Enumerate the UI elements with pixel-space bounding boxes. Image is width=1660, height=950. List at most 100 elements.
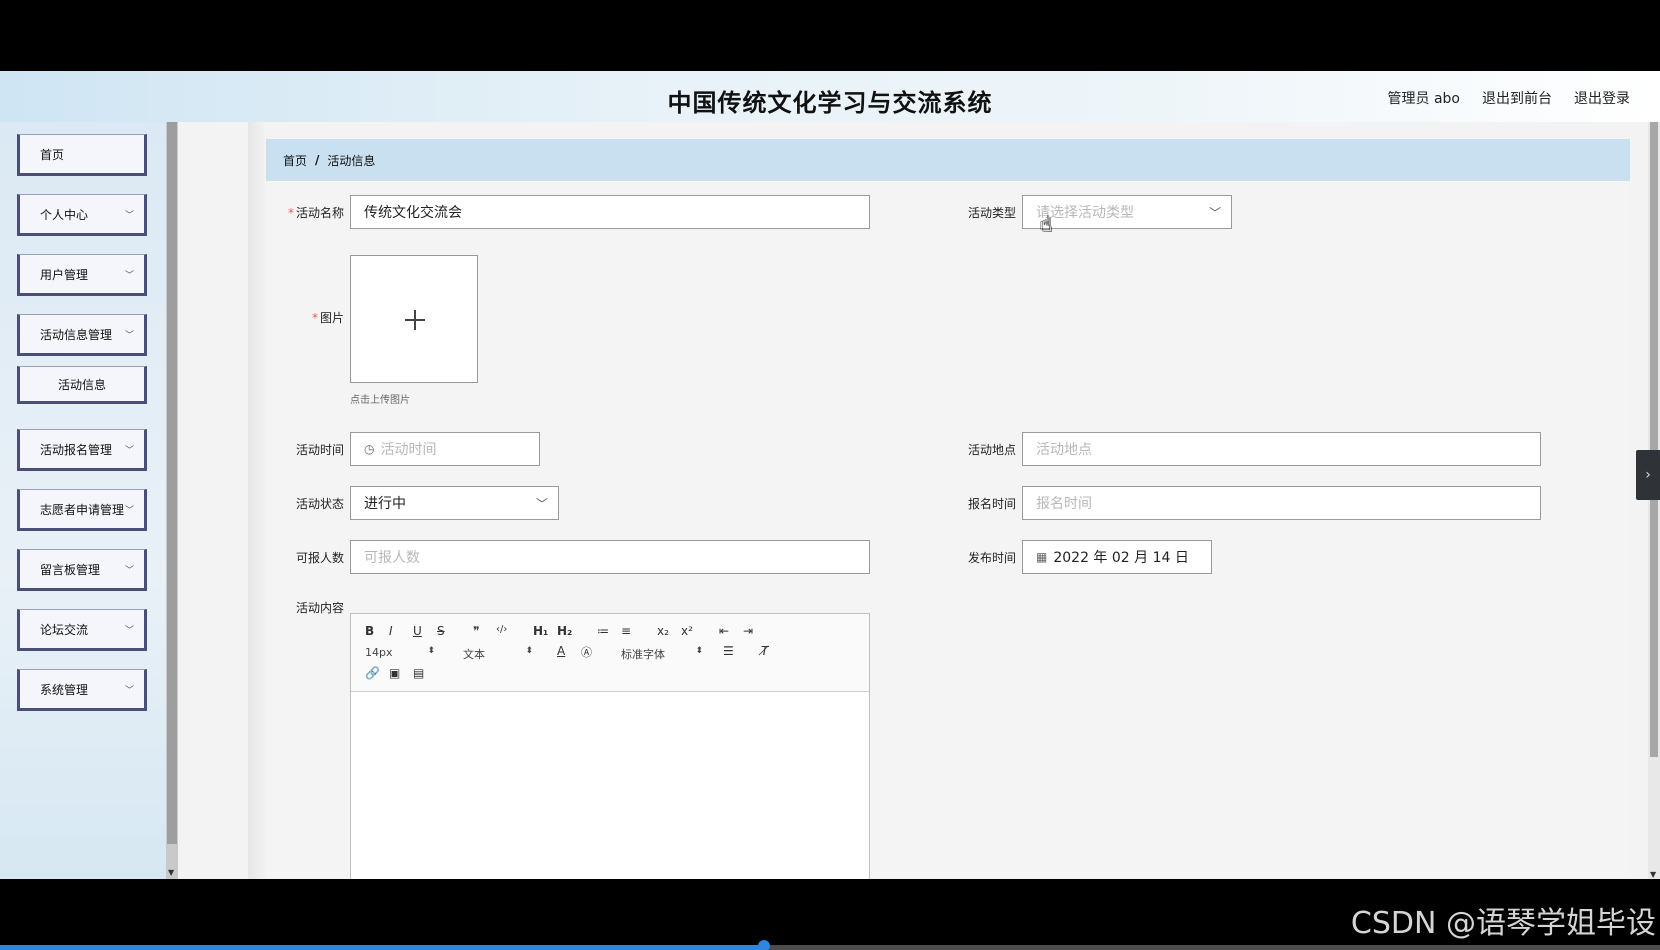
sidebar-item-label: 个人中心 bbox=[40, 207, 89, 222]
header1-button[interactable]: H₁ bbox=[533, 624, 548, 638]
breadcrumb: 首页 / 活动信息 bbox=[266, 139, 1630, 181]
paragraph-select[interactable]: 文本 ⬍ bbox=[463, 646, 533, 662]
sidebar-item-label: 论坛交流 bbox=[40, 622, 89, 637]
image-label: * 图片 bbox=[311, 311, 344, 325]
scroll-down-arrow-icon[interactable]: ▼ bbox=[168, 868, 174, 877]
breadcrumb-current: 活动信息 bbox=[327, 153, 376, 168]
background-color-icon[interactable]: Ⓐ bbox=[581, 644, 592, 660]
strike-button[interactable]: S bbox=[437, 624, 445, 638]
activity-place-label: 活动地点 bbox=[967, 443, 1016, 457]
editor-content-area[interactable] bbox=[351, 693, 869, 879]
publish-date-picker[interactable]: ▦ 2022 年 02 月 14 日 bbox=[1022, 540, 1212, 574]
chevron-down-icon: ﹀ bbox=[124, 626, 134, 636]
font-size-select[interactable]: 14px ⬍ bbox=[365, 646, 435, 659]
chevron-up-icon: ﹀ bbox=[124, 331, 134, 341]
updown-icon: ⬍ bbox=[695, 646, 703, 656]
sidebar-item-label: 首页 bbox=[40, 147, 65, 162]
activity-status-label: 活动状态 bbox=[295, 497, 344, 511]
activity-name-label: * 活动名称 bbox=[287, 206, 344, 220]
chevron-down-icon: ﹀ bbox=[1208, 206, 1221, 220]
activity-time-label: 活动时间 bbox=[295, 443, 344, 457]
indent-button[interactable]: ⇥ bbox=[743, 624, 753, 638]
superscript-button[interactable]: x² bbox=[681, 624, 693, 638]
sidebar-item-message-board-management[interactable]: 留言板管理 ﹀ bbox=[17, 549, 147, 591]
chevron-down-icon: ﹀ bbox=[124, 686, 134, 696]
activity-place-input[interactable]: 活动地点 bbox=[1022, 432, 1541, 466]
chevron-down-icon: ﹀ bbox=[535, 497, 548, 511]
capacity-label: 可报人数 bbox=[295, 551, 344, 565]
video-icon[interactable]: ▤ bbox=[413, 666, 424, 680]
blockquote-button[interactable]: ❞ bbox=[473, 624, 479, 638]
clear-format-icon[interactable]: T̸ bbox=[761, 644, 768, 658]
sidebar-item-personal-center[interactable]: 个人中心 ﹀ bbox=[17, 194, 147, 236]
content-divider bbox=[248, 122, 266, 879]
calendar-icon: ▦ bbox=[1036, 550, 1048, 564]
chevron-right-icon[interactable]: › bbox=[1636, 450, 1660, 500]
chevron-down-icon: ﹀ bbox=[124, 506, 134, 516]
align-icon[interactable]: ☰ bbox=[723, 644, 734, 658]
capacity-input[interactable]: 可报人数 bbox=[350, 540, 870, 574]
activity-time-picker[interactable]: ◷ 活动时间 bbox=[350, 432, 540, 466]
sidebar-item-home[interactable]: 首页 bbox=[17, 134, 147, 176]
chevron-down-icon: ﹀ bbox=[124, 211, 134, 221]
scrollbar-thumb[interactable] bbox=[167, 122, 177, 844]
outdent-button[interactable]: ⇤ bbox=[719, 624, 729, 638]
subscript-button[interactable]: x₂ bbox=[657, 624, 669, 638]
ordered-list-button[interactable]: ≔ bbox=[597, 624, 609, 638]
sidebar-scrollbar[interactable]: ▼ bbox=[166, 122, 178, 879]
signup-time-input[interactable]: 报名时间 bbox=[1022, 486, 1541, 520]
image-upload-button[interactable] bbox=[350, 255, 478, 383]
bullet-list-button[interactable]: ≡ bbox=[621, 624, 631, 638]
activity-type-label: 活动类型 bbox=[967, 206, 1016, 220]
sidebar-item-forum[interactable]: 论坛交流 ﹀ bbox=[17, 609, 147, 651]
link-icon[interactable]: 🔗 bbox=[365, 666, 380, 680]
sidebar-item-user-management[interactable]: 用户管理 ﹀ bbox=[17, 254, 147, 296]
breadcrumb-home[interactable]: 首页 bbox=[283, 152, 307, 169]
page-scrollbar[interactable]: ▼ bbox=[1648, 122, 1660, 879]
breadcrumb-separator: / bbox=[315, 153, 320, 167]
sidebar: 首页 个人中心 ﹀ 用户管理 ﹀ 活动信息管理 ﹀ 活动信息 活动报名管理 ﹀ bbox=[0, 122, 167, 879]
font-family-select[interactable]: 标准字体 ⬍ bbox=[621, 646, 703, 662]
sidebar-item-activity-signup-management[interactable]: 活动报名管理 ﹀ bbox=[17, 429, 147, 471]
admin-user-label: 管理员 abo bbox=[1387, 91, 1460, 107]
publish-time-label: 发布时间 bbox=[967, 551, 1016, 565]
image-icon[interactable]: ▣ bbox=[389, 666, 400, 680]
activity-content-label: 活动内容 bbox=[295, 601, 344, 615]
watermark: CSDN @语琴学姐毕设 bbox=[1350, 906, 1656, 941]
updown-icon: ⬍ bbox=[427, 646, 435, 656]
sidebar-item-volunteer-management[interactable]: 志愿者申请管理 ﹀ bbox=[17, 489, 147, 531]
font-color-icon[interactable]: A bbox=[557, 644, 565, 658]
sidebar-item-label: 活动报名管理 bbox=[40, 442, 113, 457]
screen: 中国传统文化学习与交流系统 管理员 abo 退出到前台 退出登录 首页 个人中心… bbox=[0, 0, 1660, 950]
chevron-down-icon: ﹀ bbox=[124, 271, 134, 281]
sidebar-item-activity-info-management[interactable]: 活动信息管理 ﹀ bbox=[17, 314, 147, 356]
header-actions: 管理员 abo 退出到前台 退出登录 bbox=[1388, 88, 1630, 108]
editor-toolbar: B I U S ❞ ‹/› H₁ H₂ ≔ ≡ x₂ x² ⇤ ⇥ 14px ⬍… bbox=[351, 614, 869, 692]
header2-button[interactable]: H₂ bbox=[557, 624, 572, 638]
app-window: 中国传统文化学习与交流系统 管理员 abo 退出到前台 退出登录 首页 个人中心… bbox=[0, 71, 1660, 879]
logout-link[interactable]: 退出登录 bbox=[1574, 88, 1630, 108]
signup-time-label: 报名时间 bbox=[967, 497, 1016, 511]
video-progress-knob[interactable] bbox=[757, 940, 770, 950]
rich-text-editor[interactable]: B I U S ❞ ‹/› H₁ H₂ ≔ ≡ x₂ x² ⇤ ⇥ 14px ⬍… bbox=[350, 613, 870, 879]
italic-button[interactable]: I bbox=[389, 624, 393, 638]
activity-type-select[interactable]: 请选择活动类型 ﹀ bbox=[1022, 195, 1232, 229]
main-content: 首页 / 活动信息 * 活动名称 传统文化交流会 活动类型 请选择活动类型 ﹀ *… bbox=[178, 122, 1648, 879]
underline-button[interactable]: U bbox=[413, 624, 422, 638]
activity-status-select[interactable]: 进行中 ﹀ bbox=[350, 486, 559, 520]
clock-icon: ◷ bbox=[364, 442, 375, 456]
sidebar-item-label: 志愿者申请管理 bbox=[40, 502, 125, 517]
sidebar-subitem-activity-info[interactable]: 活动信息 bbox=[17, 366, 147, 404]
bold-button[interactable]: B bbox=[365, 624, 374, 638]
scrollbar-thumb[interactable] bbox=[1650, 122, 1658, 757]
exit-to-front-link[interactable]: 退出到前台 bbox=[1482, 88, 1552, 108]
top-header: 中国传统文化学习与交流系统 管理员 abo 退出到前台 退出登录 bbox=[0, 71, 1660, 122]
chevron-down-icon: ﹀ bbox=[124, 566, 134, 576]
sidebar-item-label: 系统管理 bbox=[40, 682, 89, 697]
activity-name-input[interactable]: 传统文化交流会 bbox=[350, 195, 870, 229]
hand-cursor-icon: ☝ bbox=[1040, 212, 1053, 236]
code-block-button[interactable]: ‹/› bbox=[496, 624, 507, 635]
scroll-down-arrow-icon[interactable]: ▼ bbox=[1650, 870, 1656, 879]
sidebar-item-system-management[interactable]: 系统管理 ﹀ bbox=[17, 669, 147, 711]
updown-icon: ⬍ bbox=[525, 646, 533, 656]
